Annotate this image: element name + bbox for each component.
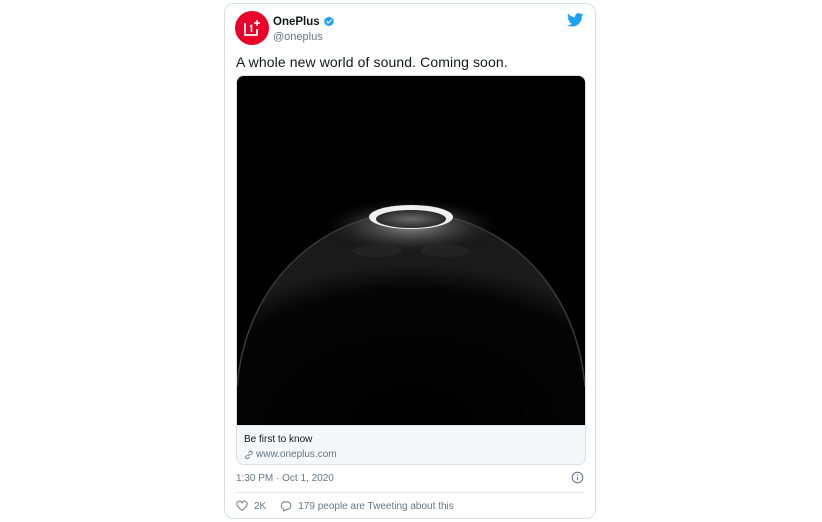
conversation-text[interactable]: 179 people are Tweeting about this bbox=[298, 501, 454, 512]
teaser-image[interactable] bbox=[237, 76, 585, 425]
twitter-bird-icon[interactable] bbox=[567, 13, 584, 27]
like-count: 2K bbox=[254, 500, 267, 512]
author-handle[interactable]: @oneplus bbox=[273, 31, 323, 43]
heart-icon bbox=[236, 500, 248, 511]
oneplus-logo-icon bbox=[244, 20, 260, 36]
like-button[interactable]: 2K bbox=[236, 500, 266, 512]
info-icon[interactable] bbox=[571, 471, 584, 484]
card-domain[interactable]: www.oneplus.com bbox=[256, 449, 337, 460]
verified-badge-icon bbox=[323, 16, 334, 27]
card-domain-row[interactable]: www.oneplus.com bbox=[244, 449, 337, 460]
tweet-embed-card: OnePlus @oneplus A whole new world of so… bbox=[224, 3, 596, 519]
author-name[interactable]: OnePlus bbox=[273, 16, 320, 28]
divider bbox=[236, 492, 584, 493]
card-title[interactable]: Be first to know bbox=[244, 434, 312, 445]
author-name-row[interactable]: OnePlus bbox=[273, 16, 335, 28]
tweet-actions: 2K 179 people are Tweeting about this bbox=[236, 500, 468, 512]
link-preview-card[interactable]: Be first to know www.oneplus.com bbox=[236, 75, 586, 465]
avatar[interactable] bbox=[235, 11, 269, 45]
link-icon bbox=[245, 450, 253, 459]
conversation-link[interactable]: 179 people are Tweeting about this bbox=[280, 500, 454, 512]
card-info[interactable]: Be first to know www.oneplus.com bbox=[237, 425, 585, 464]
tweet-text: A whole new world of sound. Coming soon. bbox=[236, 54, 508, 70]
tweet-timestamp[interactable]: 1:30 PM · Oct 1, 2020 bbox=[236, 473, 334, 484]
speech-bubble-icon bbox=[281, 501, 292, 512]
